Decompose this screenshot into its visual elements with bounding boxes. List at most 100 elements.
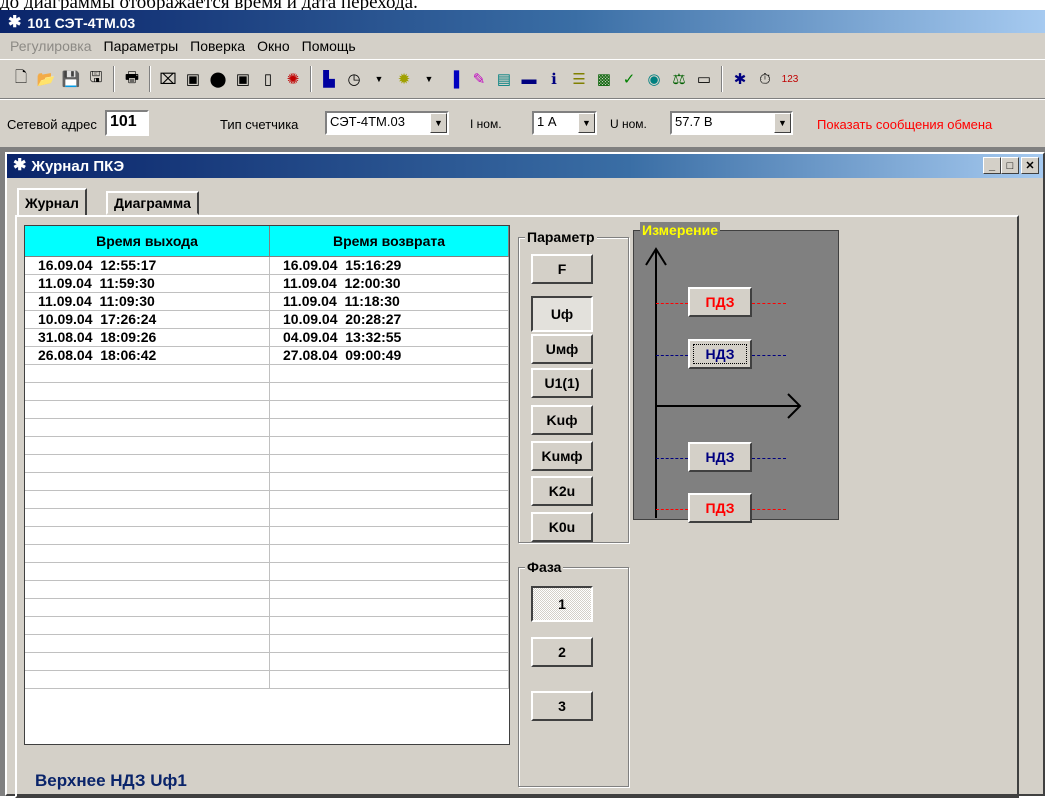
table-row-empty[interactable] — [25, 419, 509, 437]
reset-icon[interactable]: ⌧ — [157, 68, 179, 90]
new-file-icon[interactable]: 🗋 — [10, 68, 32, 90]
chevron-down-icon[interactable]: ▼ — [578, 113, 595, 133]
table-row-empty[interactable] — [25, 437, 509, 455]
table-row-empty[interactable] — [25, 617, 509, 635]
table-row[interactable]: 31.08.04 18:09:26 04.09.04 13:32:55 — [25, 329, 509, 347]
menu-regulation[interactable]: Регулировка — [10, 38, 92, 54]
net-address-input[interactable]: 101 — [105, 110, 149, 136]
table-row-empty[interactable] — [25, 653, 509, 671]
upper-ndz-button[interactable]: НДЗ — [688, 339, 752, 369]
phase-3-button[interactable]: 3 — [531, 691, 593, 721]
table-row-empty[interactable] — [25, 635, 509, 653]
dropdown-arrow-icon[interactable]: ▼ — [368, 68, 390, 90]
column-header-exit-time[interactable]: Время выхода — [25, 226, 270, 257]
status-text: Верхнее НДЗ Uф1 — [35, 771, 187, 790]
report-icon[interactable]: ▤ — [493, 68, 515, 90]
table-row-empty[interactable] — [25, 455, 509, 473]
param-umf-button[interactable]: Uмф — [531, 334, 593, 364]
param-u1-button[interactable]: U1(1) — [531, 368, 593, 398]
minimize-icon[interactable]: _ — [983, 157, 1001, 174]
star-icon[interactable]: ✺ — [282, 68, 304, 90]
param-k2u-button[interactable]: K2u — [531, 476, 593, 506]
table-row-empty[interactable] — [25, 545, 509, 563]
menu-parameters[interactable]: Параметры — [104, 38, 179, 54]
save-icon[interactable]: 💾 — [60, 68, 82, 90]
phase-2-button[interactable]: 2 — [531, 637, 593, 667]
chevron-down-icon[interactable]: ▼ — [430, 113, 447, 133]
menu-verification[interactable]: Поверка — [190, 38, 245, 54]
clock-icon[interactable]: ◷ — [343, 68, 365, 90]
save-all-icon[interactable]: 🖫 — [85, 68, 107, 90]
table-row[interactable]: 26.08.04 18:06:42 27.08.04 09:00:49 — [25, 347, 509, 365]
circle-icon[interactable]: ⬤ — [207, 68, 229, 90]
inom-select[interactable]: 1 А ▼ — [532, 111, 597, 135]
table-row-empty[interactable] — [25, 491, 509, 509]
meter-type-label: Тип счетчика — [220, 117, 299, 132]
param-uf-button[interactable]: Uф — [531, 296, 593, 332]
tower-icon[interactable]: ✱ — [729, 68, 751, 90]
lower-ndz-button[interactable]: НДЗ — [688, 442, 752, 472]
table-row[interactable]: 10.09.04 17:26:24 10.09.04 20:28:27 — [25, 311, 509, 329]
table-row[interactable]: 11.09.04 11:09:30 11.09.04 11:18:30 — [25, 293, 509, 311]
tree-icon[interactable]: ⚖ — [668, 68, 690, 90]
menu-window[interactable]: Окно — [257, 38, 290, 54]
table-row[interactable]: 16.09.04 12:55:17 16.09.04 15:16:29 — [25, 257, 509, 275]
param-kumf-button[interactable]: Kuмф — [531, 441, 593, 471]
graph-icon[interactable]: ▙ — [318, 68, 340, 90]
app-logo-icon: ✱ — [13, 157, 27, 174]
eye-icon[interactable]: ◉ — [643, 68, 665, 90]
param-k0u-button[interactable]: K0u — [531, 512, 593, 542]
dropdown-arrow-icon[interactable]: ▼ — [418, 68, 440, 90]
tab-diagram[interactable]: Диаграмма — [106, 191, 199, 215]
list-icon[interactable]: ☰ — [568, 68, 590, 90]
palette-icon[interactable]: ✎ — [468, 68, 490, 90]
phase-1-button[interactable]: 1 — [531, 586, 593, 622]
maximize-icon[interactable]: □ — [1001, 157, 1019, 174]
table-row-empty[interactable] — [25, 401, 509, 419]
column-header-return-time[interactable]: Время возврата — [270, 226, 509, 257]
print-icon[interactable]: 🖶 — [121, 68, 143, 90]
table-row-empty[interactable] — [25, 365, 509, 383]
window-icon[interactable]: ▬ — [518, 68, 540, 90]
table-cell — [270, 509, 509, 526]
table-row-empty[interactable] — [25, 581, 509, 599]
unom-select[interactable]: 57.7 В ▼ — [670, 111, 793, 135]
menu-help[interactable]: Помощь — [302, 38, 356, 54]
chevron-down-icon[interactable]: ▼ — [774, 113, 791, 133]
param-kuf-button[interactable]: Kuф — [531, 405, 593, 435]
meter-icon[interactable]: ▣ — [182, 68, 204, 90]
bar-chart-icon[interactable]: ▐ — [443, 68, 465, 90]
upper-pdz-button[interactable]: ПДЗ — [688, 287, 752, 317]
table-row[interactable]: 11.09.04 11:59:30 11.09.04 12:00:30 — [25, 275, 509, 293]
table-row-empty[interactable] — [25, 473, 509, 491]
timer-icon[interactable]: ⏱ — [754, 68, 776, 90]
open-folder-icon[interactable]: 📂 — [35, 68, 57, 90]
table-row-empty[interactable] — [25, 671, 509, 689]
counter-icon[interactable]: ▯ — [257, 68, 279, 90]
param-f-button[interactable]: F — [531, 254, 593, 284]
journal-table[interactable]: Время выхода Время возврата 16.09.04 12:… — [24, 225, 510, 745]
lower-pdz-button[interactable]: ПДЗ — [688, 493, 752, 523]
meter-type-select[interactable]: СЭТ-4ТМ.03 ▼ — [325, 111, 449, 135]
app-title: 101 СЭТ-4ТМ.03 — [27, 14, 136, 31]
table-cell — [270, 437, 509, 454]
table-row-empty[interactable] — [25, 383, 509, 401]
monitor-icon[interactable]: ▩ — [593, 68, 615, 90]
check-icon[interactable]: ✓ — [618, 68, 640, 90]
show-exchange-messages-link[interactable]: Показать сообщения обмена — [817, 117, 992, 132]
table-cell — [25, 563, 270, 580]
table-row-empty[interactable] — [25, 509, 509, 527]
light-icon[interactable]: ✹ — [393, 68, 415, 90]
table-cell — [25, 365, 270, 382]
info-icon[interactable]: ℹ — [543, 68, 565, 90]
table-row-empty[interactable] — [25, 563, 509, 581]
table-row-empty[interactable] — [25, 527, 509, 545]
table-cell — [270, 383, 509, 400]
tab-journal[interactable]: Журнал — [17, 188, 87, 215]
numbers-icon[interactable]: 123 — [779, 68, 801, 90]
table-cell — [270, 365, 509, 382]
device-icon[interactable]: ▣ — [232, 68, 254, 90]
screen-icon[interactable]: ▭ — [693, 68, 715, 90]
close-icon[interactable]: ✕ — [1021, 157, 1039, 174]
table-row-empty[interactable] — [25, 599, 509, 617]
